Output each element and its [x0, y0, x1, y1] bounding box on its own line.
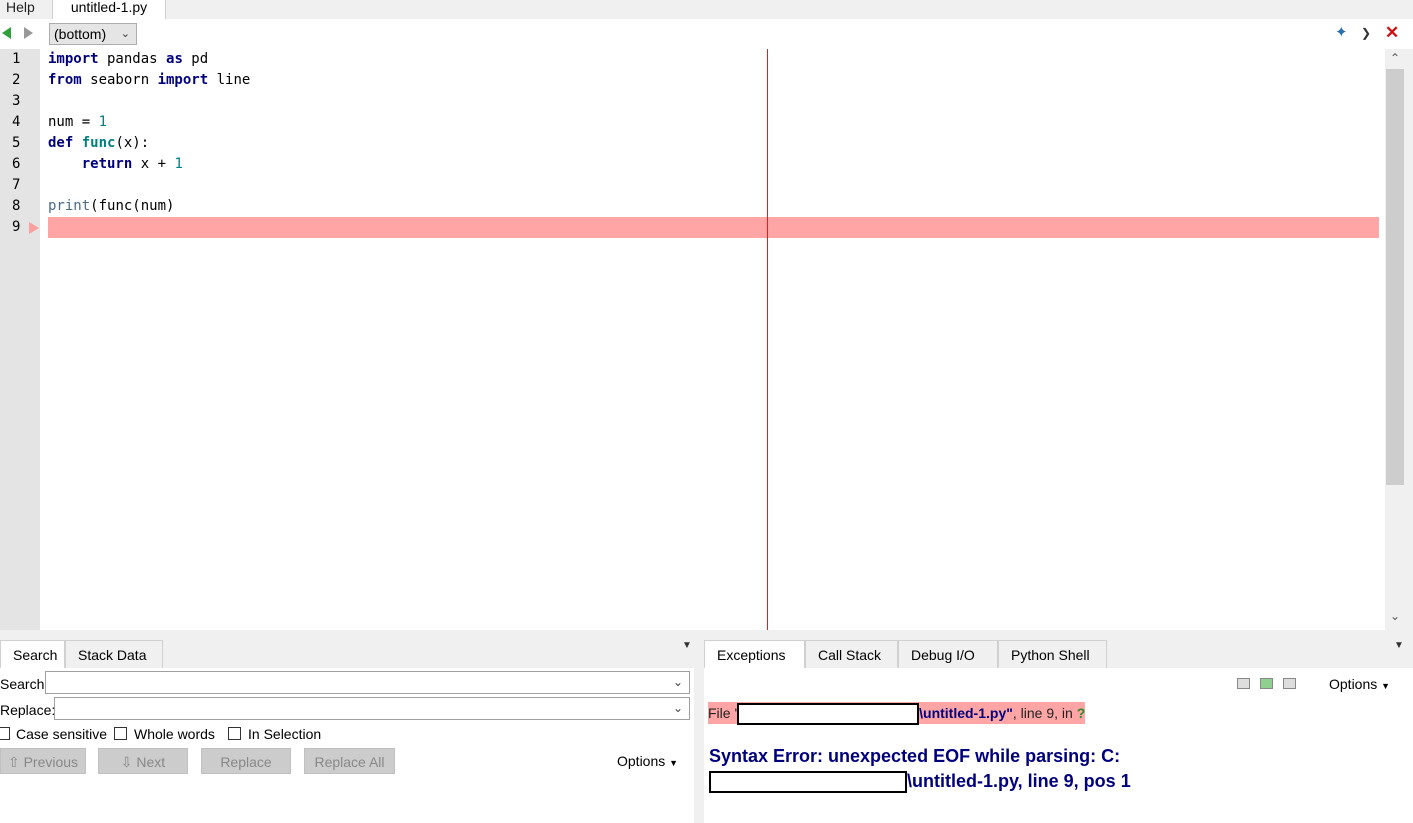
- whole-words-label: Whole words: [134, 726, 215, 742]
- previous-button[interactable]: ⇧ Previous: [0, 748, 86, 774]
- tab-python-shell[interactable]: Python Shell: [998, 640, 1107, 668]
- tab-debug-io[interactable]: Debug I/O: [898, 640, 998, 668]
- error-line-highlight: [48, 217, 1379, 238]
- code-line-4: num = 1: [48, 114, 108, 130]
- exception-message-line-1: Syntax Error: unexpected EOF while parsi…: [709, 746, 1121, 766]
- replace-all-button[interactable]: Replace All: [304, 748, 395, 774]
- error-marker-icon: [29, 222, 39, 234]
- scroll-up-icon[interactable]: ⌃: [1385, 51, 1405, 65]
- next-button[interactable]: ⇩ Next: [98, 748, 188, 774]
- search-label: Search:: [0, 676, 49, 692]
- chevron-down-icon: ⌄: [120, 28, 130, 40]
- search-input[interactable]: ⌄: [45, 671, 690, 694]
- redacted-path: [709, 771, 907, 794]
- line-number: 2: [12, 72, 21, 88]
- line-number: 6: [12, 156, 21, 172]
- clear-exception-icon[interactable]: [1283, 678, 1296, 689]
- down-arrow-icon: ⇩: [120, 754, 137, 770]
- exceptions-options-menu[interactable]: Options ▼: [1329, 675, 1390, 695]
- exception-message-line-2: \untitled-1.py, line 9, pos 1: [709, 769, 1131, 794]
- scroll-down-icon[interactable]: ⌄: [1385, 609, 1405, 623]
- left-panel-menu-icon[interactable]: ▼: [682, 640, 692, 651]
- edge-column-line: [767, 49, 768, 630]
- line-number: 7: [12, 177, 21, 193]
- line-number: 5: [12, 135, 21, 151]
- code-line-1: import pandas as pd: [48, 51, 209, 67]
- line-number: 1: [12, 51, 21, 67]
- chevron-down-icon[interactable]: ⌄: [673, 701, 683, 715]
- top-tab-bar: Help untitled-1.py: [0, 0, 1413, 19]
- tab-stack-data[interactable]: Stack Data: [65, 640, 163, 668]
- right-panel-menu-icon[interactable]: ▼: [1394, 640, 1404, 651]
- code-line-8: print(func(num): [48, 198, 175, 214]
- dropdown-arrow-icon: ▼: [669, 758, 679, 768]
- line-number: 8: [12, 198, 21, 214]
- code-line-6: return x + 1: [81, 156, 183, 172]
- tab-call-stack[interactable]: Call Stack: [805, 640, 898, 668]
- replace-input[interactable]: ⌄: [54, 697, 690, 720]
- line-number: 4: [12, 114, 21, 130]
- ignore-exception-icon[interactable]: [1237, 678, 1250, 689]
- forward-arrow-icon[interactable]: [24, 27, 33, 39]
- chevron-down-icon[interactable]: ⌄: [673, 675, 683, 689]
- code-line-5: def func(x):: [48, 135, 150, 151]
- replace-button[interactable]: Replace: [201, 748, 291, 774]
- stop-on-exception-icon[interactable]: [1260, 678, 1273, 689]
- line-number: 3: [12, 93, 21, 109]
- redacted-path: [737, 703, 920, 726]
- line-number-gutter: 1 2 3 4 5 6 7 8 9: [0, 49, 40, 630]
- scrollbar-thumb[interactable]: [1386, 69, 1404, 485]
- code-editor[interactable]: import pandas as pd from seaborn import …: [40, 49, 1385, 630]
- tab-search[interactable]: Search: [0, 640, 65, 669]
- up-arrow-icon: ⇧: [7, 754, 24, 770]
- scope-dropdown-value: (bottom): [54, 26, 107, 42]
- exception-file-line[interactable]: File ' \untitled-1.py", line 9, in ?: [708, 702, 1086, 726]
- back-arrow-icon[interactable]: [2, 27, 11, 39]
- tab-exceptions[interactable]: Exceptions: [704, 640, 805, 669]
- in-selection-label: In Selection: [248, 726, 322, 742]
- editor-vertical-scrollbar[interactable]: ⌃ ⌄: [1385, 49, 1405, 630]
- case-sensitive-checkbox[interactable]: [0, 727, 10, 740]
- menu-help[interactable]: Help: [0, 0, 41, 18]
- scope-dropdown[interactable]: (bottom) ⌄: [49, 23, 137, 45]
- close-icon[interactable]: ✕: [1385, 24, 1399, 41]
- dropdown-arrow-icon: ▼: [1381, 681, 1391, 691]
- code-line-2: from seaborn import line: [48, 72, 251, 88]
- search-options-menu[interactable]: Options ▼: [617, 752, 678, 772]
- editor-toolbar: (bottom) ⌄ ✦ ❯ ✕: [0, 19, 1413, 49]
- case-sensitive-label: Case sensitive: [16, 726, 108, 742]
- tab-untitled-1-py[interactable]: untitled-1.py: [52, 0, 166, 19]
- replace-label: Replace:: [0, 702, 56, 718]
- options-chevron-icon[interactable]: ❯: [1361, 25, 1371, 41]
- pin-icon[interactable]: ✦: [1335, 25, 1348, 41]
- in-selection-checkbox[interactable]: [228, 727, 241, 740]
- whole-words-checkbox[interactable]: [114, 727, 127, 740]
